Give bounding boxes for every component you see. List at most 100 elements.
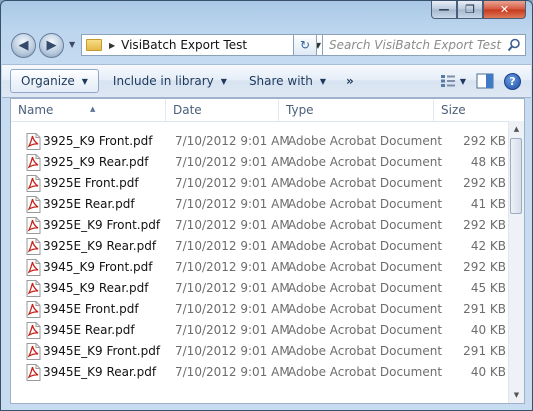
file-date: 7/10/2012 9:01 AM: [175, 239, 290, 253]
file-type: Adobe Acrobat Document: [288, 197, 443, 211]
chevron-down-icon: ▼: [319, 76, 326, 86]
file-row[interactable]: 3945E Front.pdf 7/10/2012 9:01 AM Adobe Ac…: [11, 299, 511, 320]
column-type-label: Type: [286, 103, 314, 117]
share-with-button[interactable]: Share with ▼: [241, 69, 334, 93]
pdf-file-icon: [26, 196, 41, 213]
include-in-library-button[interactable]: Include in library ▼: [105, 69, 235, 93]
file-list[interactable]: Name ▲ Date Type Size 3925_K9 Front.pdf 7…: [10, 98, 525, 404]
address-bar[interactable]: ▶ VisiBatch Export Test ▼: [81, 34, 327, 56]
organize-button[interactable]: Organize ▼: [10, 69, 99, 93]
minimize-button[interactable]: —: [431, 1, 457, 19]
file-date: 7/10/2012 9:01 AM: [175, 323, 290, 337]
file-date: 7/10/2012 9:01 AM: [175, 176, 290, 190]
file-row[interactable]: 3925E_K9 Front.pdf 7/10/2012 9:01 AM Adobe…: [11, 215, 511, 236]
file-row[interactable]: 3945_K9 Front.pdf 7/10/2012 9:01 AM Adobe …: [11, 257, 511, 278]
search-icon[interactable]: [507, 38, 521, 52]
change-view-icon[interactable]: [440, 74, 456, 88]
file-name[interactable]: 3925_K9 Rear.pdf: [43, 152, 149, 173]
file-name[interactable]: 3945_K9 Front.pdf: [43, 257, 152, 278]
back-button[interactable]: ◀: [11, 33, 36, 58]
pdf-file-icon: [26, 259, 41, 276]
close-button[interactable]: ✕: [483, 1, 526, 19]
include-in-library-label: Include in library: [112, 74, 214, 88]
file-type: Adobe Acrobat Document: [288, 260, 443, 274]
breadcrumb-current-folder[interactable]: VisiBatch Export Test: [121, 38, 247, 52]
file-type: Adobe Acrobat Document: [288, 134, 443, 148]
file-row[interactable]: 3925E Rear.pdf 7/10/2012 9:01 AM Adobe Acr…: [11, 194, 511, 215]
pdf-file-icon: [26, 343, 41, 360]
file-size: 42 KB: [470, 239, 506, 253]
view-dropdown-icon[interactable]: ▼: [460, 77, 466, 86]
column-size[interactable]: Size: [434, 99, 511, 121]
file-type: Adobe Acrobat Document: [288, 176, 443, 190]
file-date: 7/10/2012 9:01 AM: [175, 302, 290, 316]
pdf-file-icon: [26, 238, 41, 255]
file-row[interactable]: 3945_K9 Rear.pdf 7/10/2012 9:01 AM Adobe A…: [11, 278, 511, 299]
scroll-up-icon[interactable]: ▲: [509, 121, 524, 137]
file-row[interactable]: 3925E_K9 Rear.pdf 7/10/2012 9:01 AM Adobe …: [11, 236, 511, 257]
file-size: 292 KB: [463, 134, 506, 148]
file-date: 7/10/2012 9:01 AM: [175, 134, 290, 148]
column-date-label: Date: [173, 103, 202, 117]
file-row[interactable]: 3945E_K9 Rear.pdf 7/10/2012 9:01 AM Adobe …: [11, 362, 511, 383]
file-name[interactable]: 3945E Front.pdf: [43, 299, 139, 320]
file-name[interactable]: 3945_K9 Rear.pdf: [43, 278, 149, 299]
file-name[interactable]: 3925E_K9 Front.pdf: [43, 215, 160, 236]
vertical-scrollbar[interactable]: ▲ ▼: [508, 121, 524, 403]
scroll-thumb[interactable]: [510, 138, 522, 214]
column-type[interactable]: Type: [279, 99, 434, 121]
file-type: Adobe Acrobat Document: [288, 323, 443, 337]
command-bar: Organize ▼ Include in library ▼ Share wi…: [2, 64, 531, 98]
pdf-file-icon: [26, 364, 41, 381]
preview-pane-icon[interactable]: [476, 73, 494, 89]
file-name[interactable]: 3945E Rear.pdf: [43, 320, 135, 341]
pdf-file-icon: [26, 217, 41, 234]
file-name[interactable]: 3925E Front.pdf: [43, 173, 139, 194]
file-size: 41 KB: [470, 197, 506, 211]
file-row[interactable]: 3925E Front.pdf 7/10/2012 9:01 AM Adobe Ac…: [11, 173, 511, 194]
breadcrumb-arrow-icon[interactable]: ▶: [109, 41, 115, 50]
file-name[interactable]: 3925E_K9 Rear.pdf: [43, 236, 156, 257]
search-placeholder[interactable]: Search VisiBatch Export Test: [323, 38, 501, 52]
file-size: 40 KB: [470, 365, 506, 379]
help-icon[interactable]: ?: [504, 72, 521, 90]
file-date: 7/10/2012 9:01 AM: [175, 155, 290, 169]
pdf-file-icon: [26, 175, 41, 192]
file-name[interactable]: 3925_K9 Front.pdf: [43, 131, 152, 152]
recent-pages-dropdown[interactable]: ▼: [69, 40, 77, 49]
view-controls: ▼ ?: [440, 72, 531, 90]
file-date: 7/10/2012 9:01 AM: [175, 281, 290, 295]
search-box[interactable]: Search VisiBatch Export Test: [322, 34, 526, 56]
column-date[interactable]: Date: [166, 99, 279, 121]
pdf-file-icon: [26, 133, 41, 150]
column-header: Name ▲ Date Type Size: [11, 99, 524, 122]
pdf-file-icon: [26, 280, 41, 297]
refresh-button[interactable]: ↻: [293, 34, 317, 56]
scroll-down-icon[interactable]: ▼: [509, 387, 524, 403]
file-row[interactable]: 3925_K9 Front.pdf 7/10/2012 9:01 AM Adobe …: [11, 131, 511, 152]
navigation-bar: ◀ ▶ ▼ ▶ VisiBatch Export Test ▼ ↻ Search…: [9, 31, 526, 61]
column-name[interactable]: Name ▲: [11, 99, 166, 121]
chevron-down-icon: ▼: [81, 76, 88, 86]
file-size: 48 KB: [470, 155, 506, 169]
file-size: 40 KB: [470, 323, 506, 337]
file-date: 7/10/2012 9:01 AM: [175, 218, 290, 232]
file-name[interactable]: 3925E Rear.pdf: [43, 194, 135, 215]
file-date: 7/10/2012 9:01 AM: [175, 344, 290, 358]
file-row[interactable]: 3925_K9 Rear.pdf 7/10/2012 9:01 AM Adobe A…: [11, 152, 511, 173]
file-row[interactable]: 3945E Rear.pdf 7/10/2012 9:01 AM Adobe Acr…: [11, 320, 511, 341]
file-name[interactable]: 3945E_K9 Rear.pdf: [43, 362, 156, 383]
column-name-label: Name: [18, 103, 54, 117]
file-type: Adobe Acrobat Document: [288, 344, 443, 358]
caption-buttons: — ❐ ✕: [431, 1, 526, 20]
forward-button[interactable]: ▶: [39, 33, 64, 58]
file-name[interactable]: 3945E_K9 Front.pdf: [43, 341, 160, 362]
file-size: 291 KB: [463, 344, 506, 358]
file-date: 7/10/2012 9:01 AM: [175, 197, 290, 211]
file-row[interactable]: 3945E_K9 Front.pdf 7/10/2012 9:01 AM Adobe…: [11, 341, 511, 362]
maximize-button[interactable]: ❐: [457, 1, 483, 19]
explorer-window: — ❐ ✕ ◀ ▶ ▼ ▶ VisiBatch Export Test ▼ ↻ …: [0, 0, 533, 411]
more-commands-button[interactable]: »: [338, 69, 362, 93]
pdf-file-icon: [26, 322, 41, 339]
file-size: 291 KB: [463, 302, 506, 316]
